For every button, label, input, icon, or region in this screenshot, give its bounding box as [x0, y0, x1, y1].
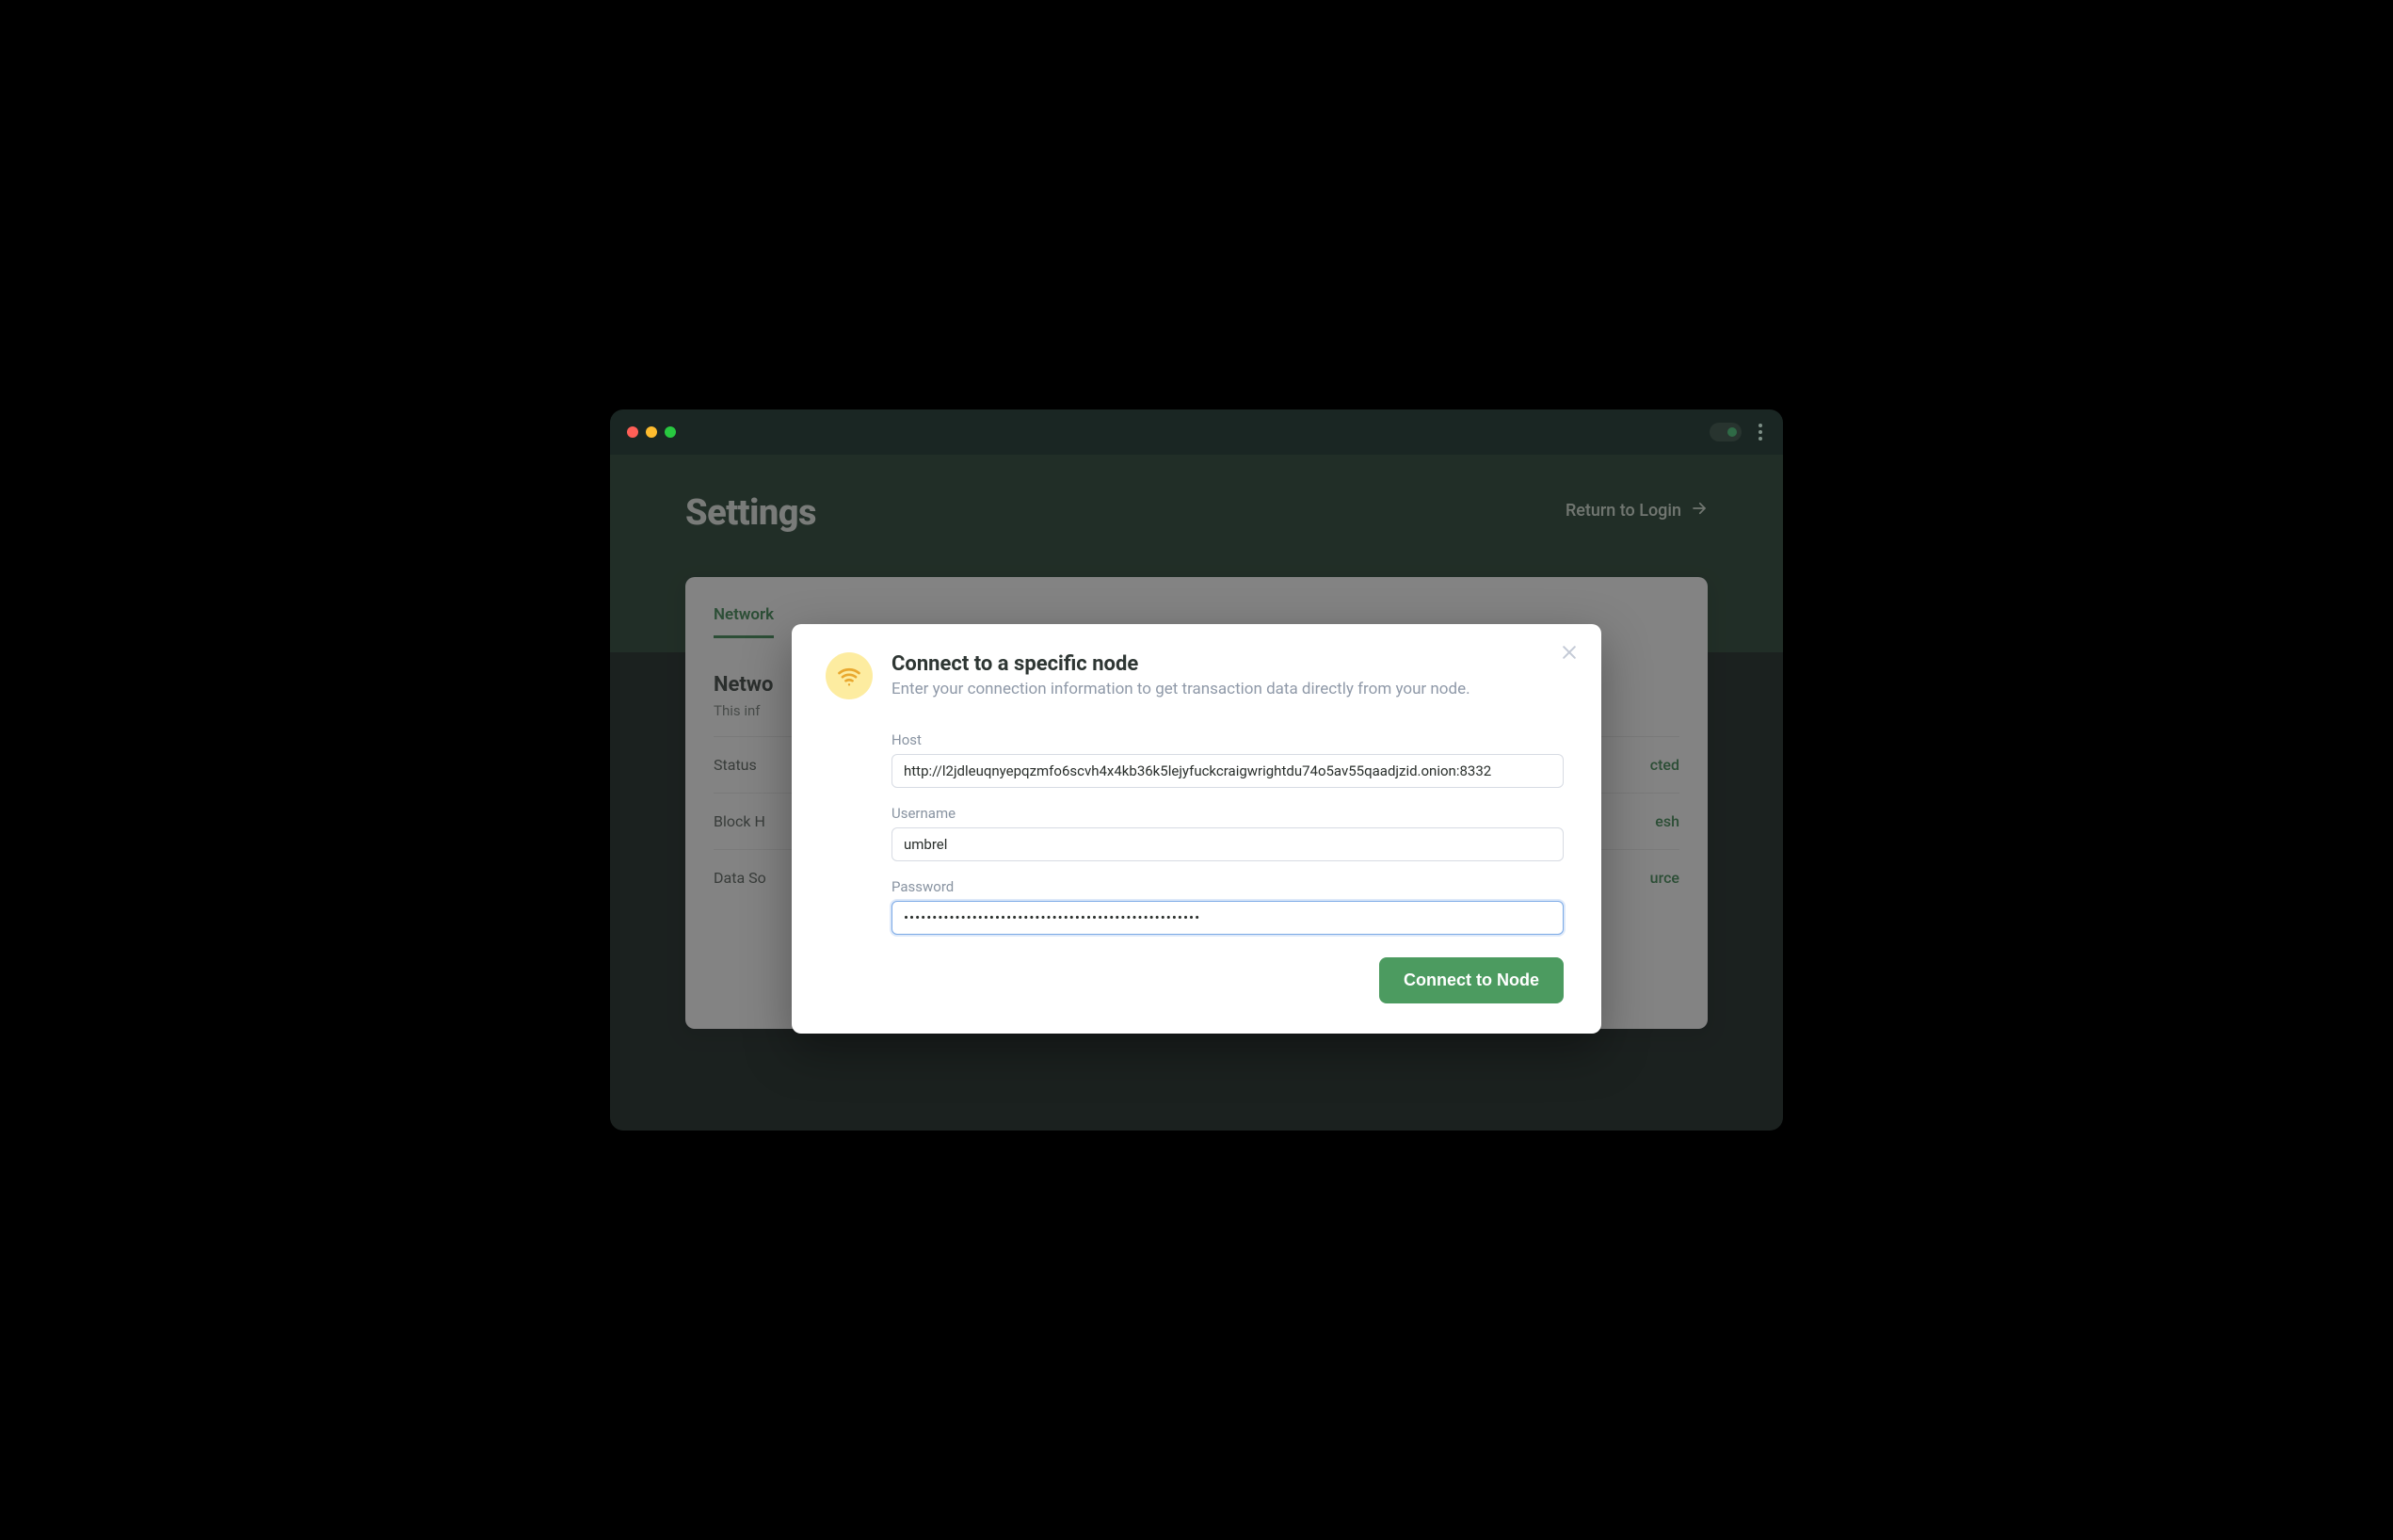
- host-label: Host: [891, 731, 1564, 748]
- password-input[interactable]: [891, 901, 1564, 935]
- modal-title: Connect to a specific node: [891, 652, 1470, 676]
- connection-status-pill[interactable]: [1710, 423, 1742, 441]
- modal-close-button[interactable]: [1560, 643, 1579, 667]
- field-username: Username: [891, 805, 1564, 861]
- overflow-menu-button[interactable]: [1755, 420, 1766, 444]
- app-window: Settings Return to Login Network Netwo T…: [610, 409, 1783, 1131]
- modal-subtitle: Enter your connection information to get…: [891, 680, 1470, 698]
- password-label: Password: [891, 878, 1564, 895]
- window-zoom-button[interactable]: [665, 426, 676, 438]
- username-label: Username: [891, 805, 1564, 822]
- connect-node-modal: Connect to a specific node Enter your co…: [792, 624, 1601, 1034]
- modal-actions: Connect to Node: [891, 957, 1564, 1003]
- field-host: Host: [891, 731, 1564, 788]
- connect-to-node-button[interactable]: Connect to Node: [1379, 957, 1564, 1003]
- modal-titles: Connect to a specific node Enter your co…: [891, 652, 1470, 698]
- host-input[interactable]: [891, 754, 1564, 788]
- connect-node-form: Host Username Password Connect to Node: [891, 731, 1564, 1003]
- app-body: Settings Return to Login Network Netwo T…: [610, 455, 1783, 1131]
- window-minimize-button[interactable]: [646, 426, 657, 438]
- field-password: Password: [891, 878, 1564, 935]
- titlebar-right: [1710, 420, 1766, 444]
- username-input[interactable]: [891, 827, 1564, 861]
- titlebar: [610, 409, 1783, 455]
- close-icon: [1560, 643, 1579, 666]
- modal-overlay[interactable]: Connect to a specific node Enter your co…: [610, 455, 1783, 1131]
- traffic-lights: [627, 426, 676, 438]
- wifi-icon: [826, 652, 873, 699]
- window-close-button[interactable]: [627, 426, 638, 438]
- modal-header: Connect to a specific node Enter your co…: [826, 652, 1567, 699]
